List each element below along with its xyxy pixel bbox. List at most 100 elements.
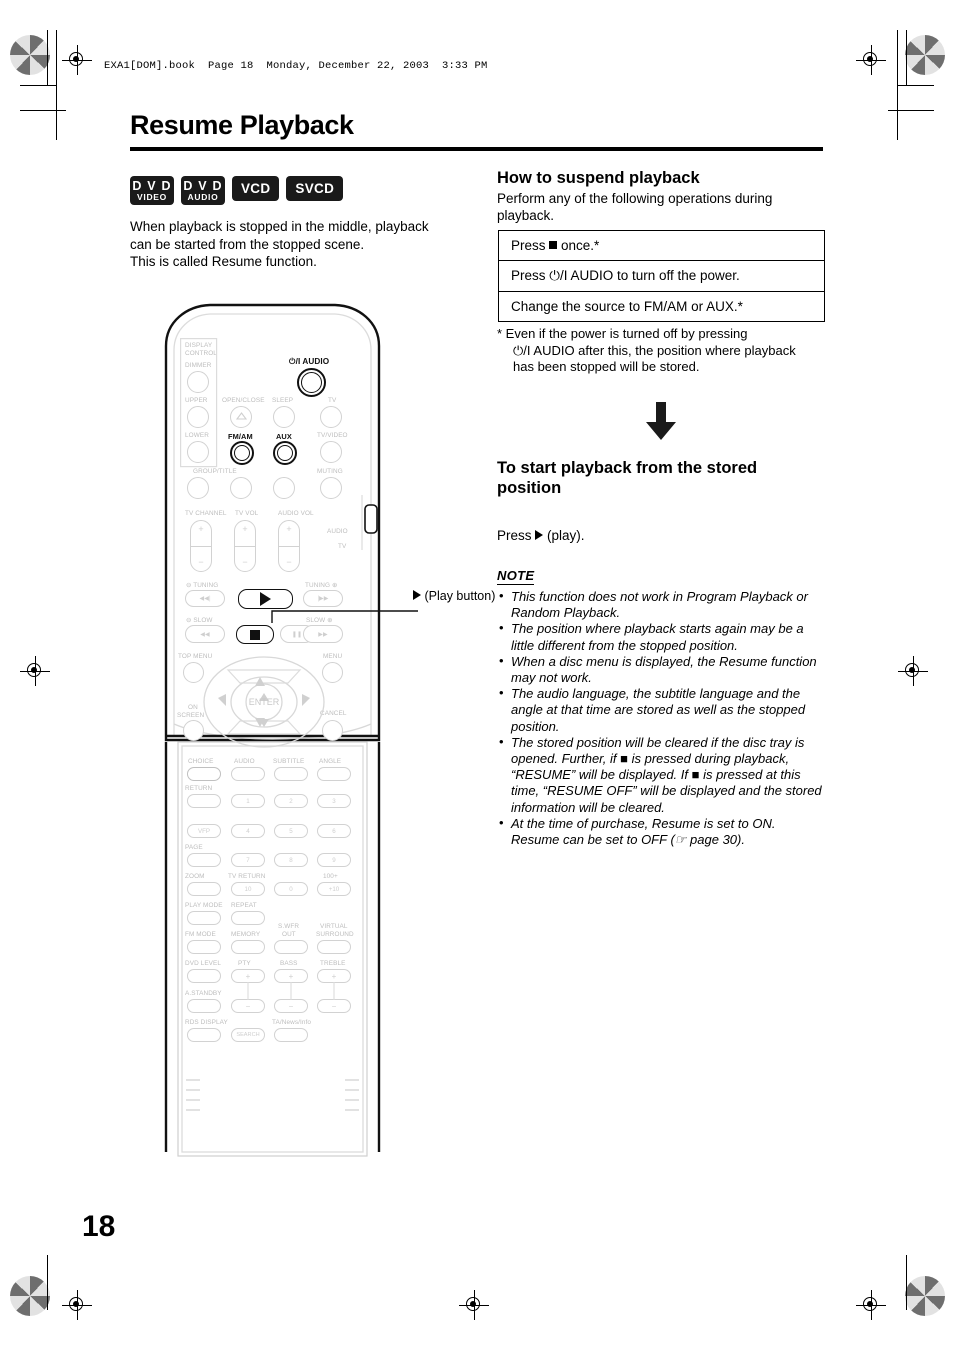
remote-control-illustration: DISPLAY CONTROL DIMMER UPPER LOWER ⏻/I A… — [160, 300, 385, 1160]
remote-key-5[interactable]: 5 — [274, 824, 308, 838]
remote-button-swfr-out[interactable] — [274, 940, 308, 954]
audio-vol-plus-icon: + — [286, 524, 292, 534]
remote-button-page[interactable] — [187, 853, 221, 867]
badge-dvd-video: D V D VIDEO — [130, 176, 174, 205]
remote-key-2[interactable]: 2 — [274, 794, 308, 808]
note-item: When a disc menu is displayed, the Resum… — [497, 653, 827, 686]
remote-button-bass-plus[interactable]: + — [274, 969, 308, 983]
remote-label-100-plus: 100+ — [323, 873, 338, 880]
remote-label-slow-minus: ⊖ SLOW — [186, 617, 213, 624]
remote-button-vfp[interactable]: VFP — [187, 824, 221, 838]
remote-button-search[interactable]: SEARCH — [231, 1028, 265, 1042]
tv-channel-minus-icon: − — [198, 557, 204, 567]
operation-row-power-after: AUDIO to turn off the power. — [567, 268, 740, 283]
remote-slider-tv-vol[interactable]: + − — [234, 520, 256, 572]
remote-key-3[interactable]: 3 — [317, 794, 351, 808]
remote-label-fm-mode: FM MODE — [185, 931, 216, 938]
remote-key-plus-10[interactable]: +10 — [317, 882, 351, 896]
remote-slider-tv-channel[interactable]: + − — [190, 520, 212, 572]
remote-button-upper[interactable] — [187, 406, 209, 428]
remote-button-fm-mode[interactable] — [187, 940, 221, 954]
remote-label-dvd-level: DVD LEVEL — [185, 960, 222, 967]
remote-button-lower[interactable] — [187, 441, 209, 463]
remote-button-slow-fwd[interactable]: ▶▶ — [303, 625, 343, 643]
remote-key-0[interactable]: 0 — [274, 882, 308, 896]
remote-button-sleep[interactable] — [273, 406, 295, 428]
footnote-line2: ⏻/I AUDIO after this, the position where… — [513, 342, 796, 358]
remote-button-on-screen[interactable] — [183, 720, 204, 741]
remote-button-memory[interactable] — [231, 940, 265, 954]
intro-paragraph: When playback is stopped in the middle, … — [130, 218, 480, 271]
tv-vol-minus-icon: − — [242, 557, 248, 567]
note-item: This function does not work in Program P… — [497, 588, 827, 621]
remote-button-tv-power[interactable] — [320, 406, 342, 428]
remote-button-treble-plus[interactable]: + — [317, 969, 351, 983]
remote-label-rds-display: RDS DISPLAY — [185, 1019, 228, 1026]
svg-text:ENTER: ENTER — [249, 697, 280, 707]
remote-button-pty-plus[interactable]: + — [231, 969, 265, 983]
remote-label-treble: TREBLE — [320, 960, 346, 967]
remote-button-tv-video[interactable] — [320, 441, 342, 463]
crop-line-right-vertical — [906, 30, 907, 85]
remote-button-subtitle[interactable] — [274, 767, 308, 781]
remote-button-muting[interactable] — [320, 477, 342, 499]
remote-button-rds-display[interactable] — [187, 1028, 221, 1042]
remote-button-angle[interactable] — [317, 767, 351, 781]
remote-key-9[interactable]: 9 — [317, 853, 351, 867]
remote-label-choice: CHOICE — [188, 758, 214, 765]
remote-key-6[interactable]: 6 — [317, 824, 351, 838]
halftone-dot-top-left — [10, 35, 50, 75]
remote-label-play-mode: PLAY MODE — [185, 902, 223, 909]
section-heading-start-playback: To start playback from the stored positi… — [497, 458, 827, 498]
eject-icon — [236, 412, 247, 420]
operation-row-stop: Press once.* — [499, 231, 824, 261]
remote-button-virtual-surround[interactable] — [317, 940, 351, 954]
remote-label-subtitle: SUBTITLE — [273, 758, 305, 765]
remote-label-tv-vol: TV VOL — [235, 510, 259, 517]
remote-button-audio[interactable] — [231, 767, 265, 781]
remote-key-10[interactable]: 10 — [231, 882, 265, 896]
tv-vol-plus-icon: + — [242, 524, 248, 534]
remote-label-audio-switch: AUDIO — [327, 528, 348, 535]
badge-dvd-video-line2: VIDEO — [137, 192, 167, 202]
remote-dpad[interactable]: ENTER — [202, 655, 327, 750]
remote-button-slow-rev[interactable]: ◀◀ — [185, 625, 225, 643]
remote-key-1[interactable]: 1 — [231, 794, 265, 808]
remote-key-8[interactable]: 8 — [274, 853, 308, 867]
remote-button-ta-news-info[interactable] — [274, 1028, 308, 1042]
press-play-instruction: Press (play). — [497, 528, 585, 545]
badge-dvd-audio-line1: D V D — [183, 178, 223, 193]
disc-format-badges: D V D VIDEO D V D AUDIO VCD SVCD — [130, 176, 344, 205]
operation-row-source: Change the source to FM/AM or AUX.* — [499, 292, 824, 321]
remote-button-stop[interactable] — [236, 625, 274, 644]
remote-button-dimmer[interactable] — [187, 371, 209, 393]
remote-plus-minus-connectors — [247, 982, 335, 1000]
play-button-callout-text: (Play button) — [424, 589, 496, 603]
crop-line-right-horizontal — [898, 85, 934, 86]
remote-label-audio: AUDIO — [234, 758, 255, 765]
remote-key-4[interactable]: 4 — [231, 824, 265, 838]
remote-key-7[interactable]: 7 — [231, 853, 265, 867]
remote-slider-audio-vol[interactable]: + − — [278, 520, 300, 572]
remote-button-play-mode[interactable] — [187, 911, 221, 925]
remote-label-angle: ANGLE — [319, 758, 342, 765]
remote-label-power-audio: ⏻/I AUDIO — [289, 357, 330, 366]
remote-button-return-arc[interactable] — [273, 477, 295, 499]
remote-button-top-menu[interactable] — [183, 662, 204, 683]
remote-button-dvd-level[interactable] — [187, 969, 221, 983]
intro-line-1: When playback is stopped in the middle, … — [130, 219, 429, 234]
suspend-footnote: * Even if the power is turned off by pre… — [497, 326, 832, 376]
remote-button-power-audio-inner — [301, 372, 322, 393]
remote-button-zoom[interactable] — [187, 882, 221, 896]
remote-button-return[interactable] — [187, 794, 221, 808]
remote-button-tuning-prev[interactable]: ◀◀| — [185, 590, 225, 607]
registration-mark-bottom-right — [856, 1290, 886, 1320]
remote-label-swfr-out-line2: OUT — [282, 931, 296, 938]
remote-button-choice[interactable] — [187, 767, 221, 781]
remote-button-group-title-prev[interactable] — [187, 477, 209, 499]
start-playback-heading-line2: position — [497, 479, 562, 497]
remote-button-fm-am-inner — [234, 445, 250, 461]
remote-button-repeat[interactable] — [231, 911, 265, 925]
remote-button-group-title-next[interactable] — [230, 477, 252, 499]
remote-button-a-standby[interactable] — [187, 999, 221, 1013]
